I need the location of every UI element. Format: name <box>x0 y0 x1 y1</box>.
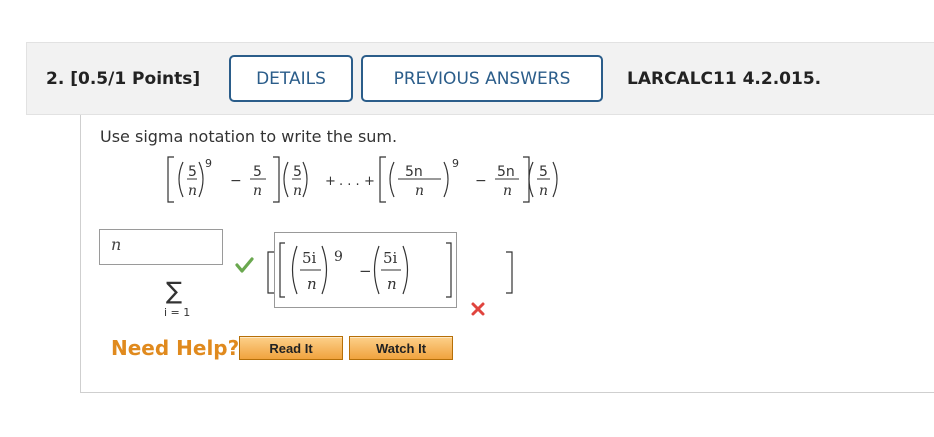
question-points: [0.5/1 Points] <box>70 69 201 89</box>
minus2: − <box>475 173 487 189</box>
expr-minus: − <box>359 262 372 280</box>
expression-answer-field[interactable]: 5i n 9 − 5i n <box>274 232 457 308</box>
question-reference: LARCALC11 4.2.015. <box>627 69 822 89</box>
sigma-lower-limit: i = 1 <box>164 306 190 319</box>
need-help-label: Need Help? <box>111 336 240 360</box>
plus1: + <box>325 174 336 189</box>
exp1: 9 <box>205 157 212 170</box>
expression-math: 5i n 9 − 5i n <box>279 242 452 298</box>
expr-den-2: n <box>387 275 397 293</box>
watch-it-button[interactable]: Watch It <box>349 336 453 360</box>
frac2-num: 5 <box>253 164 262 180</box>
answer-right-bracket <box>506 251 513 294</box>
minus1: − <box>230 173 242 189</box>
read-it-button[interactable]: Read It <box>239 336 343 360</box>
upper-limit-field[interactable]: n <box>99 229 223 265</box>
frac5-den: n <box>503 183 512 199</box>
upper-limit-value: n <box>111 235 122 254</box>
expr-den-1: n <box>307 275 317 293</box>
question-number: 2. <box>46 69 65 89</box>
frac6-den: n <box>539 183 548 199</box>
sigma-symbol: ∑ <box>166 277 182 305</box>
question-number-points: 2. [0.5/1 Points] <box>46 69 200 89</box>
frac6-num: 5 <box>539 164 548 180</box>
details-button[interactable]: DETAILS <box>229 55 353 102</box>
previous-answers-button[interactable]: PREVIOUS ANSWERS <box>361 55 603 102</box>
frac5-num: 5n <box>497 164 515 180</box>
correct-check-icon <box>235 257 254 273</box>
frac3-num: 5 <box>293 164 302 180</box>
frac1-den: n <box>188 183 197 199</box>
plus2: + <box>364 174 375 189</box>
frac4-num: 5n <box>405 164 423 180</box>
incorrect-cross-icon <box>471 302 485 316</box>
question-body: Use sigma notation to write the sum. 5 n… <box>80 115 934 393</box>
expr-num-2: 5i <box>383 249 398 267</box>
frac3-den: n <box>293 183 302 199</box>
frac1-num: 5 <box>188 164 197 180</box>
exp2: 9 <box>452 157 459 170</box>
expr-exponent: 9 <box>334 249 343 265</box>
frac2-den: n <box>253 183 262 199</box>
ellipsis: . . . <box>339 174 360 189</box>
question-header: 2. [0.5/1 Points] DETAILS PREVIOUS ANSWE… <box>26 42 934 115</box>
expr-num-1: 5i <box>302 249 317 267</box>
frac4-den: n <box>415 183 424 199</box>
